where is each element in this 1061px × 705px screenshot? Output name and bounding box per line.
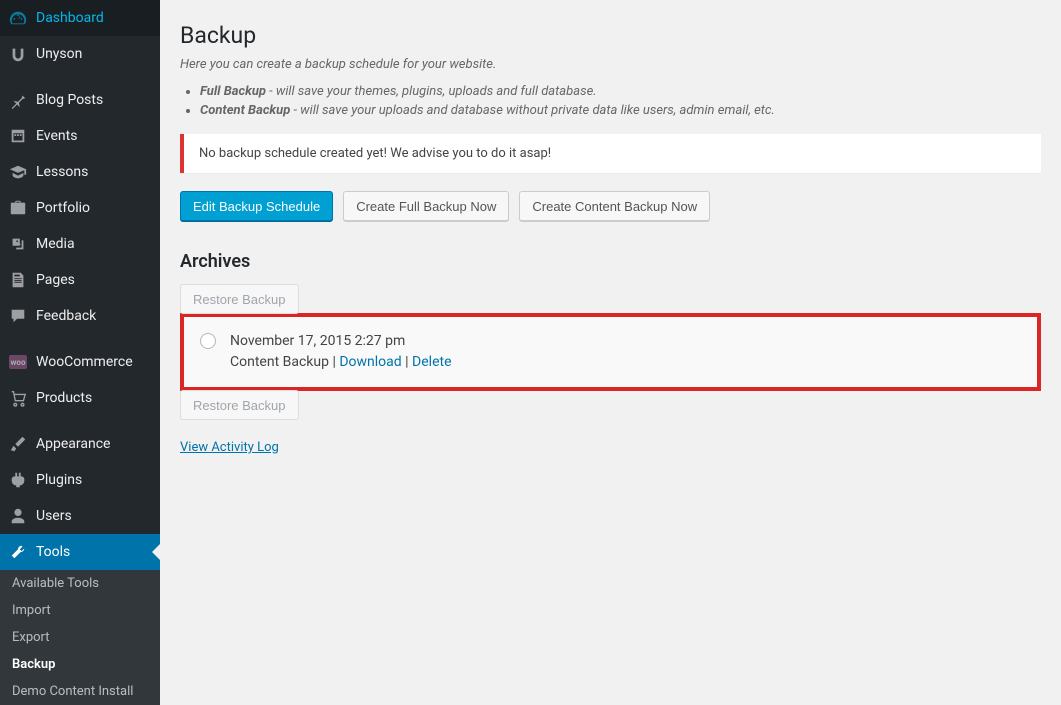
sidebar-item-dashboard[interactable]: Dashboard: [0, 0, 160, 36]
archive-type: Content Backup: [230, 354, 329, 370]
sidebar-label: Unyson: [36, 46, 82, 62]
sidebar-label: Tools: [36, 544, 70, 560]
sidebar-label: Lessons: [36, 164, 88, 180]
page-description: Here you can create a backup schedule fo…: [180, 57, 1041, 72]
calendar-icon: [8, 126, 28, 146]
plug-icon: [8, 470, 28, 490]
sub-export[interactable]: Export: [0, 624, 160, 651]
user-icon: [8, 506, 28, 526]
content-backup-label: Content Backup: [200, 103, 290, 118]
full-backup-label: Full Backup: [200, 84, 266, 99]
backup-types-list: Full Backup - will save your themes, plu…: [200, 84, 1041, 118]
warning-notice: No backup schedule created yet! We advis…: [180, 134, 1041, 173]
sidebar-item-products[interactable]: Products: [0, 380, 160, 416]
create-full-backup-button[interactable]: Create Full Backup Now: [343, 191, 509, 221]
sidebar-item-lessons[interactable]: Lessons: [0, 154, 160, 190]
delete-link[interactable]: Delete: [412, 354, 451, 370]
restore-backup-button-bottom[interactable]: Restore Backup: [180, 390, 299, 420]
sidebar-submenu: Available Tools Import Export Backup Dem…: [0, 570, 160, 705]
sidebar-label: Appearance: [36, 436, 110, 452]
sidebar-label: WooCommerce: [36, 354, 133, 370]
archive-entry-highlighted: November 17, 2015 2:27 pm Content Backup…: [180, 313, 1041, 391]
sidebar-label: Events: [36, 128, 77, 144]
sub-available-tools[interactable]: Available Tools: [0, 570, 160, 597]
sidebar-label: Media: [36, 236, 75, 252]
sub-demo-install[interactable]: Demo Content Install: [0, 678, 160, 705]
sidebar-label: Feedback: [36, 308, 96, 324]
graduation-icon: [8, 162, 28, 182]
list-item: Content Backup - will save your uploads …: [200, 103, 1041, 118]
archive-radio[interactable]: [200, 333, 216, 349]
admin-sidebar: Dashboard Unyson Blog Posts Events Lesso…: [0, 0, 160, 705]
sidebar-label: Pages: [36, 272, 75, 288]
sidebar-item-pages[interactable]: Pages: [0, 262, 160, 298]
pin-icon: [8, 90, 28, 110]
create-content-backup-button[interactable]: Create Content Backup Now: [519, 191, 710, 221]
full-backup-text: - will save your themes, plugins, upload…: [266, 84, 597, 99]
sidebar-label: Products: [36, 390, 92, 406]
sidebar-label: Portfolio: [36, 200, 90, 216]
comment-icon: [8, 306, 28, 326]
archives-heading: Archives: [180, 251, 1041, 272]
sidebar-item-portfolio[interactable]: Portfolio: [0, 190, 160, 226]
cart-icon: [8, 388, 28, 408]
sidebar-item-events[interactable]: Events: [0, 118, 160, 154]
content-backup-text: - will save your uploads and database wi…: [290, 103, 775, 118]
sidebar-item-tools[interactable]: Tools: [0, 534, 160, 570]
sub-backup[interactable]: Backup: [0, 651, 160, 678]
brush-icon: [8, 434, 28, 454]
restore-backup-button-top[interactable]: Restore Backup: [180, 284, 299, 314]
action-buttons: Edit Backup Schedule Create Full Backup …: [180, 191, 1041, 221]
sidebar-item-woocommerce[interactable]: woo WooCommerce: [0, 344, 160, 380]
list-item: Full Backup - will save your themes, plu…: [200, 84, 1041, 99]
sub-import[interactable]: Import: [0, 597, 160, 624]
archive-date: November 17, 2015 2:27 pm: [230, 331, 452, 352]
archive-details: November 17, 2015 2:27 pm Content Backup…: [230, 331, 452, 373]
page-title: Backup: [180, 22, 1041, 49]
sidebar-item-users[interactable]: Users: [0, 498, 160, 534]
main-content: Backup Here you can create a backup sche…: [160, 0, 1061, 705]
download-link[interactable]: Download: [339, 354, 401, 370]
sidebar-label: Users: [36, 508, 72, 524]
sidebar-item-appearance[interactable]: Appearance: [0, 426, 160, 462]
media-icon: [8, 234, 28, 254]
unyson-icon: [8, 44, 28, 64]
dashboard-icon: [8, 8, 28, 28]
sidebar-item-unyson[interactable]: Unyson: [0, 36, 160, 72]
woo-icon: woo: [8, 352, 28, 372]
page-icon: [8, 270, 28, 290]
sidebar-label: Dashboard: [36, 10, 104, 26]
sidebar-item-posts[interactable]: Blog Posts: [0, 82, 160, 118]
sidebar-item-media[interactable]: Media: [0, 226, 160, 262]
wrench-icon: [8, 542, 28, 562]
view-activity-log-link[interactable]: View Activity Log: [180, 440, 279, 455]
sidebar-item-feedback[interactable]: Feedback: [0, 298, 160, 334]
sidebar-label: Blog Posts: [36, 92, 103, 108]
edit-schedule-button[interactable]: Edit Backup Schedule: [180, 191, 333, 221]
sidebar-label: Plugins: [36, 472, 82, 488]
sidebar-item-plugins[interactable]: Plugins: [0, 462, 160, 498]
briefcase-icon: [8, 198, 28, 218]
